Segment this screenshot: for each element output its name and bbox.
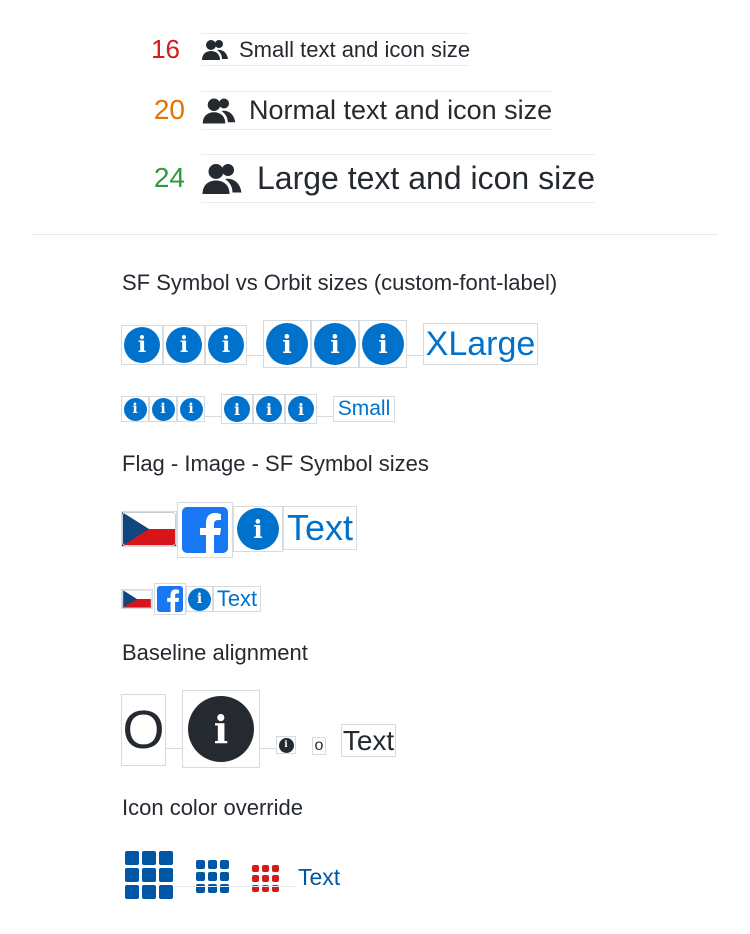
info-icon-box: i [149, 396, 177, 422]
size-label-small: Small text and icon size [201, 33, 471, 66]
info-icon-box: i [121, 325, 163, 365]
row-guide [407, 355, 423, 356]
info-icon: i [188, 696, 254, 762]
small-label: Small [333, 396, 395, 422]
people-icon [202, 163, 242, 194]
baseline-small-letter: o [312, 737, 326, 755]
row-guide [205, 416, 221, 417]
size-number: 20 [153, 94, 185, 125]
info-icon-box: i [177, 396, 205, 422]
facebook-icon [157, 586, 183, 612]
size-number: 16 [151, 34, 180, 64]
icon-color-text: Text [298, 864, 341, 890]
flag-row-text: Text [283, 506, 357, 550]
row-guide [175, 886, 295, 887]
info-icon: i [256, 396, 282, 422]
czech-flag-icon [122, 590, 152, 608]
czech-flag-icon [122, 512, 176, 546]
size-label-normal: Normal text and icon size [201, 91, 553, 130]
info-icon-box: i [186, 586, 213, 612]
section-heading-icon-color: Icon color override [122, 795, 303, 820]
row-guide [166, 748, 182, 749]
baseline-info-box: i [182, 690, 260, 768]
facebook-box [177, 502, 233, 558]
grid-icon [196, 860, 229, 893]
info-icon-box: i [233, 506, 283, 552]
info-icon-box: i [121, 396, 149, 422]
info-icon: i [179, 397, 203, 421]
facebook-icon [182, 507, 228, 553]
info-icon: i [237, 508, 279, 550]
info-icon: i [208, 327, 244, 363]
info-icon: i [123, 397, 147, 421]
info-icon-box: i [311, 320, 359, 368]
grid-icon [125, 851, 173, 899]
info-icon-box: i [263, 320, 311, 368]
flag-box [121, 511, 177, 547]
section-divider [32, 234, 718, 235]
size-number: 24 [153, 162, 185, 193]
info-icon-box: i [253, 394, 285, 424]
section-heading-flag-image: Flag - Image - SF Symbol sizes [122, 451, 429, 476]
people-icon [202, 98, 236, 123]
info-icon: i [314, 323, 356, 365]
section-heading-baseline: Baseline alignment [122, 640, 308, 665]
xlarge-label: XLarge [423, 323, 538, 365]
people-icon [202, 39, 228, 60]
section-heading-sf-vs-orbit: SF Symbol vs Orbit sizes (custom-font-la… [122, 270, 558, 295]
info-icon: i [266, 323, 308, 365]
info-icon-box: i [163, 325, 205, 365]
size-label-text: Normal text and icon size [249, 95, 553, 125]
grid-icon-override [252, 865, 279, 892]
size-label-large: Large text and icon size [201, 154, 595, 203]
info-icon: i [224, 396, 250, 422]
row-guide [260, 748, 276, 749]
baseline-info-box-small: i [276, 736, 296, 754]
info-icon: i [362, 323, 404, 365]
baseline-big-letter: O [121, 694, 166, 766]
flag-box [121, 589, 153, 609]
row-guide [247, 355, 263, 356]
info-icon-box: i [221, 394, 253, 424]
info-icon: i [278, 737, 294, 753]
info-icon-box: i [285, 394, 317, 424]
info-icon: i [166, 327, 202, 363]
info-icon: i [151, 397, 175, 421]
info-icon: i [124, 327, 160, 363]
baseline-text: Text [341, 724, 396, 757]
info-icon-box: i [205, 325, 247, 365]
size-label-text: Large text and icon size [257, 160, 595, 196]
row-guide [317, 416, 333, 417]
info-icon: i [188, 587, 211, 611]
size-label-text: Small text and icon size [239, 36, 471, 62]
flag-row-text: Text [213, 586, 261, 612]
info-icon: i [288, 396, 314, 422]
info-icon-box: i [359, 320, 407, 368]
facebook-box [154, 583, 186, 615]
